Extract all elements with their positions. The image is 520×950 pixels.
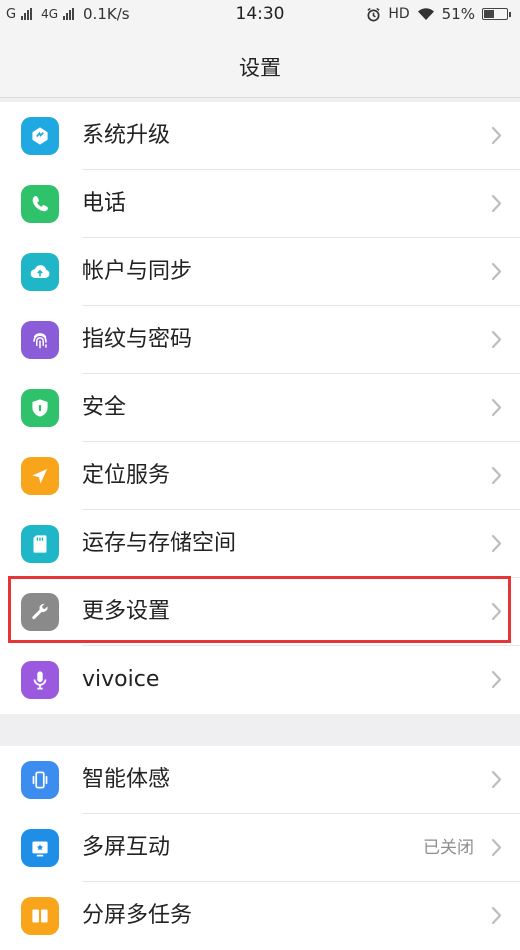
system-update-icon (21, 117, 59, 155)
chevron-right-icon (491, 126, 502, 145)
chevron-right-icon (491, 770, 502, 789)
multi-screen-icon (21, 829, 59, 867)
wrench-icon (21, 593, 59, 631)
settings-item-secondary-0[interactable]: 智能体感 (0, 746, 520, 814)
settings-item-label: 系统升级 (82, 123, 171, 148)
status-right: HD 51% (366, 5, 511, 23)
settings-item-main-8[interactable]: vivoice (0, 646, 520, 714)
phone-motion-icon (21, 761, 59, 799)
battery-percent: 51% (441, 5, 475, 23)
settings-item-main-7[interactable]: 更多设置 (0, 578, 520, 646)
settings-item-label: 多屏互动 (82, 835, 171, 860)
header: 设置 (0, 28, 520, 98)
settings-item-label: 定位服务 (82, 463, 171, 488)
chevron-right-icon (491, 534, 502, 553)
chevron-right-icon (491, 262, 502, 281)
settings-item-secondary-1[interactable]: 多屏互动 已关闭 (0, 814, 520, 882)
chevron-right-icon (491, 330, 502, 349)
settings-item-label: 指纹与密码 (82, 327, 193, 352)
microphone-icon (21, 661, 59, 699)
chevron-right-icon (491, 602, 502, 621)
settings-item-label: vivoice (82, 667, 160, 692)
settings-item-main-4[interactable]: 安全 (0, 374, 520, 442)
alarm-icon (367, 7, 380, 21)
settings-item-label: 运存与存储空间 (82, 531, 237, 556)
hd-label: HD (388, 6, 410, 22)
sd-card-icon (21, 525, 59, 563)
settings-item-main-2[interactable]: 帐户与同步 (0, 238, 520, 306)
settings-item-label: 更多设置 (82, 599, 171, 624)
chevron-right-icon (491, 398, 502, 417)
settings-item-secondary-2[interactable]: 分屏多任务 (0, 882, 520, 950)
settings-item-main-6[interactable]: 运存与存储空间 (0, 510, 520, 578)
settings-item-main-0[interactable]: 系统升级 (0, 102, 520, 170)
settings-item-label: 帐户与同步 (82, 259, 193, 284)
cloud-sync-icon (21, 253, 59, 291)
status-bar: G 4G 0.1K/s 14:30 HD 51% (0, 0, 520, 28)
chevron-right-icon (491, 670, 502, 689)
settings-item-main-1[interactable]: 电话 (0, 170, 520, 238)
settings-group-main: 系统升级电话帐户与同步指纹与密码安全定位服务运存与存储空间 更多设置 vivoice (0, 102, 520, 714)
wifi-icon (417, 8, 434, 20)
battery-icon (482, 8, 511, 20)
phone-icon (21, 185, 59, 223)
settings-item-main-5[interactable]: 定位服务 (0, 442, 520, 510)
fingerprint-icon (21, 321, 59, 359)
chevron-right-icon (491, 466, 502, 485)
settings-group-secondary: 智能体感多屏互动 已关闭分屏多任务 (0, 746, 520, 950)
settings-item-value: 已关闭 (423, 838, 474, 858)
battery-level-fill (484, 10, 495, 18)
settings-item-main-3[interactable]: 指纹与密码 (0, 306, 520, 374)
location-arrow-icon (21, 457, 59, 495)
settings-item-label: 安全 (82, 395, 127, 420)
chevron-right-icon (491, 838, 502, 857)
shield-icon (21, 389, 59, 427)
chevron-right-icon (491, 194, 502, 213)
settings-item-label: 智能体感 (82, 767, 171, 792)
split-screen-icon (21, 897, 59, 935)
page-title: 设置 (239, 56, 281, 80)
settings-item-label: 分屏多任务 (82, 903, 193, 928)
settings-item-label: 电话 (82, 191, 127, 216)
